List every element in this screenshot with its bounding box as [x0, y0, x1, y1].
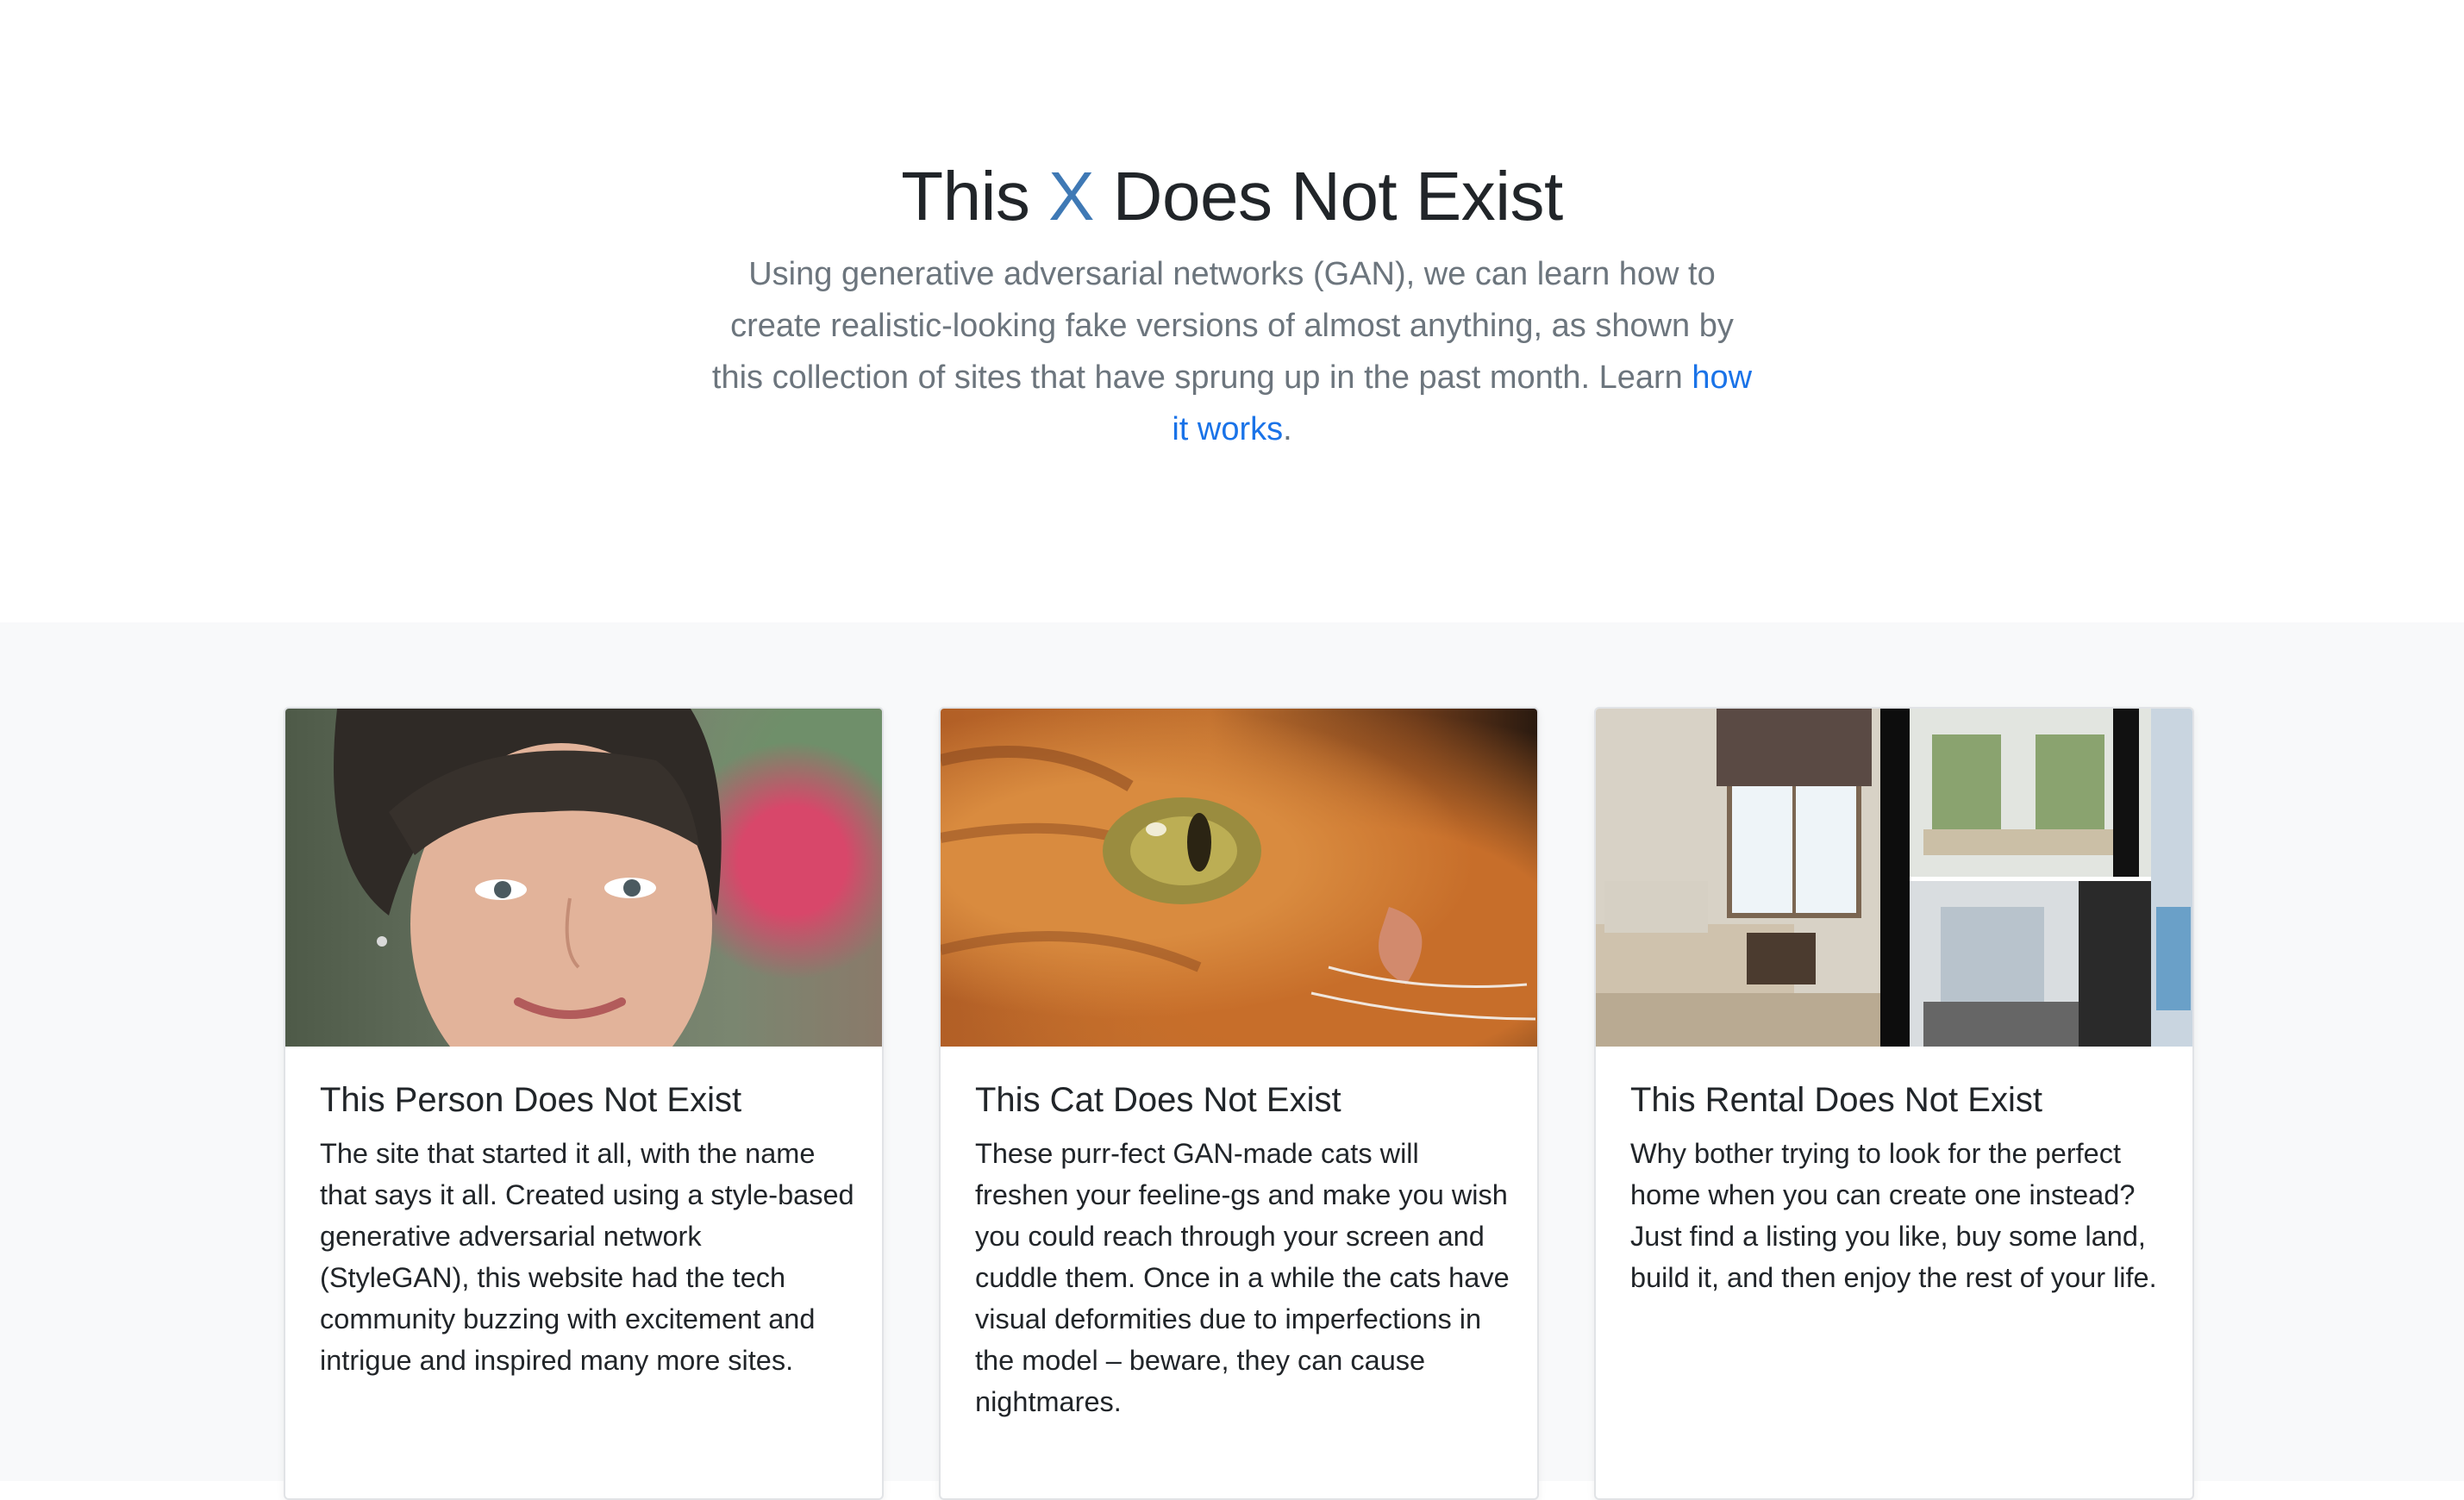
card-text: These purr-fect GAN-made cats will fresh…	[975, 1138, 1510, 1417]
rental-image[interactable]	[1596, 709, 2192, 1047]
cat-image[interactable]	[941, 709, 1537, 1047]
card-text: Why bother trying to look for the perfec…	[1630, 1138, 2157, 1293]
card-person[interactable]: This Person Does Not Exist The site that…	[284, 707, 884, 1500]
card-rental[interactable]: This Rental Does Not Exist Why bother tr…	[1594, 707, 2194, 1500]
title-prefix: This	[901, 158, 1049, 234]
card-title: This Cat Does Not Exist	[975, 1081, 1341, 1119]
hero-section: This X Does Not Exist Using generative a…	[0, 0, 2464, 622]
card-title: This Person Does Not Exist	[320, 1081, 742, 1119]
card-cat[interactable]: This Cat Does Not Exist These purr-fect …	[939, 707, 1539, 1500]
title-x: X	[1048, 158, 1094, 234]
hero-lead: Using generative adversarial networks (G…	[706, 248, 1758, 455]
card-body: This Rental Does Not Exist Why bother tr…	[1630, 1079, 2165, 1298]
person-image[interactable]	[285, 709, 882, 1047]
card-body: This Person Does Not Exist The site that…	[320, 1079, 854, 1381]
lead-end: .	[1283, 411, 1292, 447]
page-title: This X Does Not Exist	[0, 155, 2464, 238]
card-text: The site that started it all, with the n…	[320, 1138, 854, 1376]
lead-text: Using generative adversarial networks (G…	[711, 256, 1734, 396]
card-title: This Rental Does Not Exist	[1630, 1081, 2042, 1119]
card-body: This Cat Does Not Exist These purr-fect …	[975, 1079, 1510, 1422]
title-suffix: Does Not Exist	[1093, 158, 1564, 234]
